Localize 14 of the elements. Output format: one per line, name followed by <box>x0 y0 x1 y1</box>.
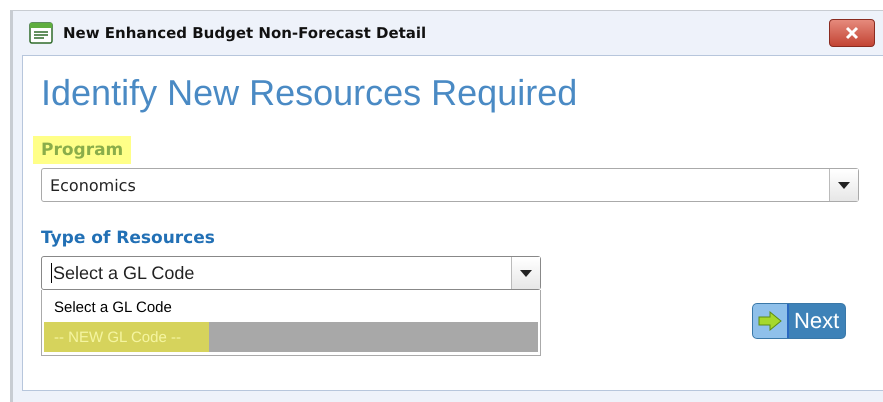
window-icon <box>29 22 53 44</box>
window-title: New Enhanced Budget Non-Forecast Detail <box>63 24 428 42</box>
page-heading: Identify New Resources Required <box>41 72 578 114</box>
arrow-icon <box>758 311 782 331</box>
caret-icon <box>520 270 532 276</box>
close-icon <box>844 26 860 40</box>
field-label: Type of Resources <box>40 227 216 250</box>
dropdown-option[interactable]: Select a GL Code <box>44 292 538 322</box>
dropdown-field[interactable]: Economics <box>41 168 859 202</box>
next-button[interactable]: Next <box>752 303 846 339</box>
caret-icon <box>838 182 850 188</box>
field-label: Program <box>33 136 132 164</box>
close-button[interactable] <box>829 19 875 47</box>
dropdown-field[interactable]: Select a GL Code <box>41 256 541 290</box>
